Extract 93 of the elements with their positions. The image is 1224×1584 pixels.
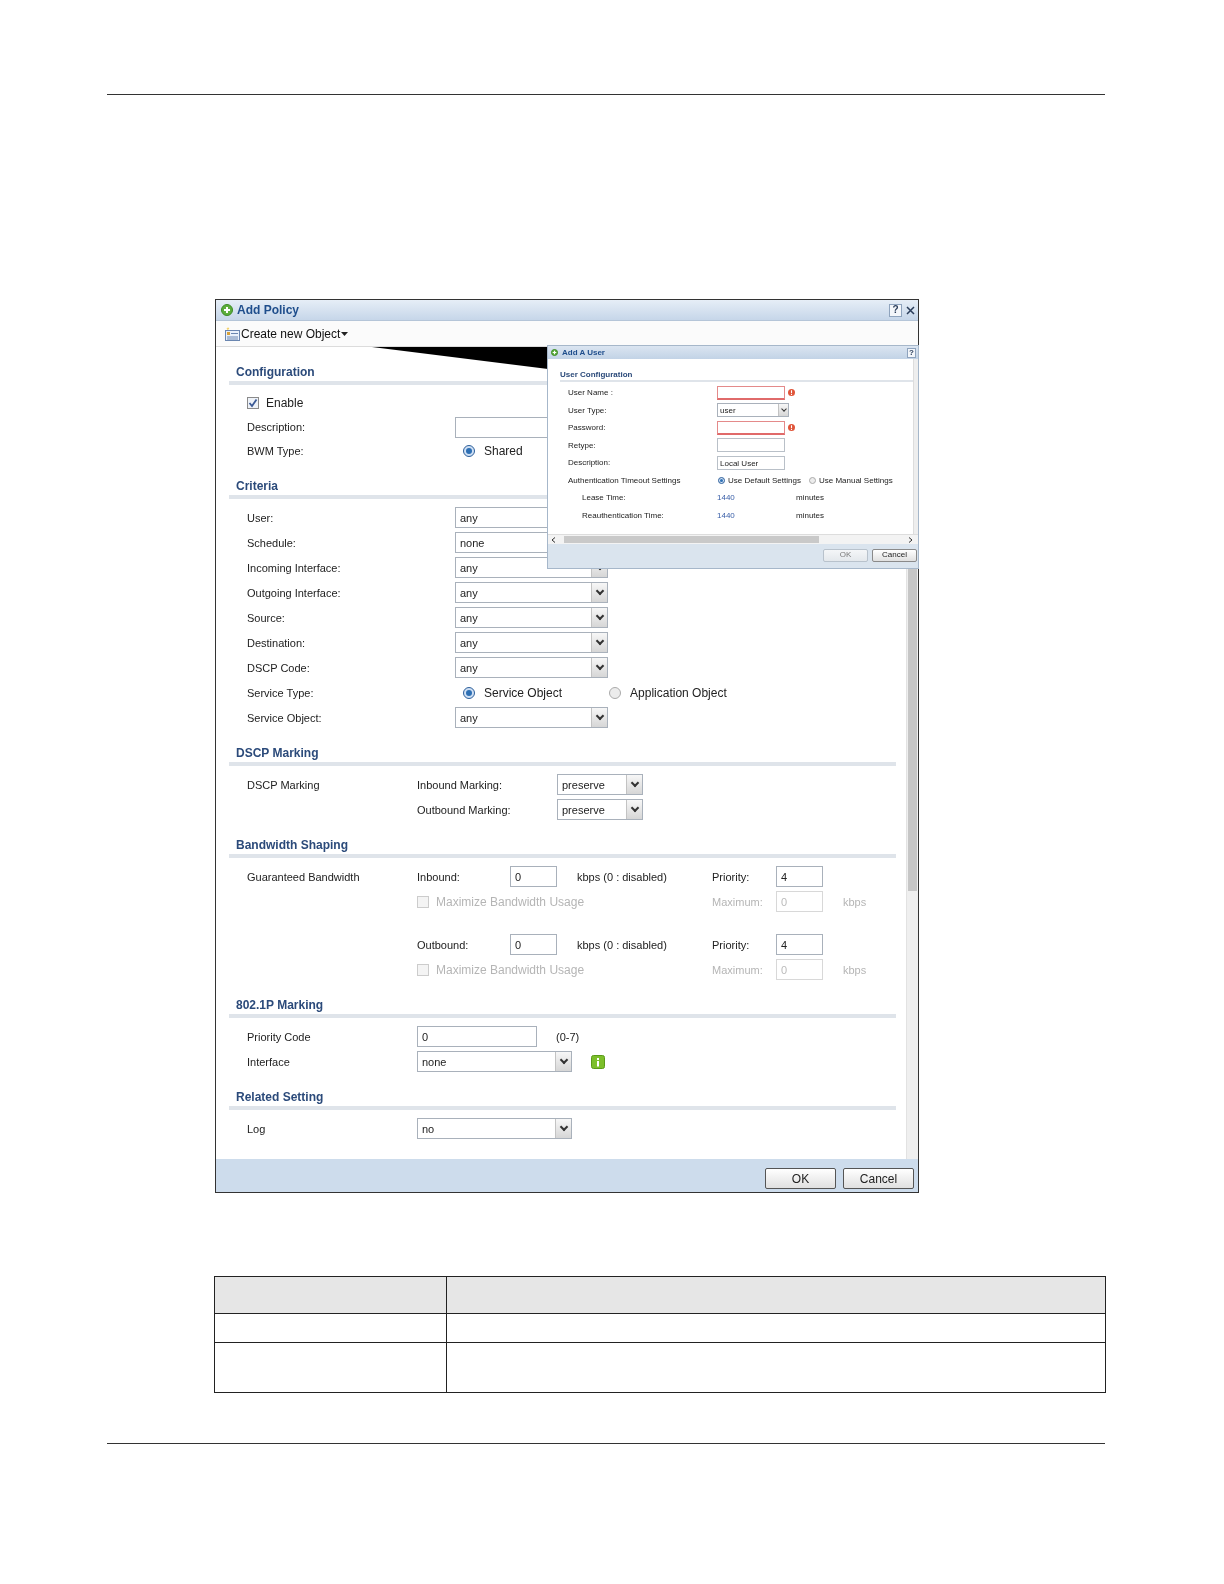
checkmark-icon xyxy=(248,398,258,408)
radio-button[interactable]: Use Default Settings xyxy=(718,475,801,485)
field-label: Schedule: xyxy=(247,536,296,549)
info-icon[interactable] xyxy=(591,1054,605,1069)
input-field[interactable] xyxy=(717,385,785,400)
hint-text: minutes xyxy=(796,493,824,503)
scrollbar[interactable] xyxy=(913,359,918,534)
field-label: Service Type: xyxy=(247,686,314,699)
dropdown[interactable]: user xyxy=(717,403,789,418)
plus-circle-icon xyxy=(551,349,558,356)
hint-text: kbps xyxy=(843,895,867,908)
section-heading: Criteria xyxy=(236,478,279,494)
dialog-button[interactable]: OK xyxy=(765,1168,836,1189)
field-label: Authentication Timeout Settings xyxy=(568,475,681,485)
field-label: Inbound: xyxy=(417,870,461,883)
field-label: Log xyxy=(247,1122,266,1135)
dropdown[interactable]: any xyxy=(455,607,608,628)
value-text: 1440 xyxy=(717,493,736,503)
section-heading: User Configuration xyxy=(560,370,634,379)
radio-button[interactable]: Service Object xyxy=(463,685,563,700)
field-label: User Name : xyxy=(568,388,613,398)
input-field[interactable]: Local User xyxy=(717,455,785,470)
dropdown[interactable]: any xyxy=(455,657,608,678)
field-label: Lease Time: xyxy=(582,493,626,503)
field-label: Priority: xyxy=(712,938,751,951)
dialog-title: Add A User xyxy=(562,348,605,357)
radio-button[interactable]: Shared xyxy=(463,444,523,458)
field-label: Maximum: xyxy=(712,963,764,976)
input-field[interactable]: 4 xyxy=(776,934,823,955)
field-label: Guaranteed Bandwidth xyxy=(247,870,360,883)
field-label: Outbound: xyxy=(417,938,470,951)
field-label: Outgoing Interface: xyxy=(247,586,341,599)
field-label: Description: xyxy=(247,421,306,433)
dialog-button[interactable]: Cancel xyxy=(872,548,917,562)
dropdown[interactable]: preserve xyxy=(557,774,643,795)
field-label: Interface xyxy=(247,1055,290,1068)
field-label: User Type: xyxy=(568,405,607,415)
field-label: Priority: xyxy=(712,870,751,883)
scrollbar[interactable] xyxy=(548,534,918,544)
hint-text: minutes xyxy=(796,510,824,520)
help-button[interactable]: ? xyxy=(889,303,902,317)
input-field[interactable]: 4 xyxy=(776,866,823,887)
field-label: User: xyxy=(247,511,274,524)
field-label: DSCP Code: xyxy=(247,661,310,674)
field-label: Maximum: xyxy=(712,895,764,908)
chevron-left-icon xyxy=(551,536,556,543)
radio-button[interactable]: Application Object xyxy=(609,685,727,700)
section-heading: Related Setting xyxy=(236,1089,324,1105)
section-heading: 802.1P Marking xyxy=(236,997,324,1013)
chevron-right-icon xyxy=(908,536,913,543)
input-field[interactable]: 0 xyxy=(510,866,557,887)
checkbox[interactable]: Enable xyxy=(247,396,304,410)
dropdown[interactable]: any xyxy=(455,707,608,728)
error-icon xyxy=(788,424,795,432)
input-field[interactable]: 0 xyxy=(510,934,557,955)
field-label: Source: xyxy=(247,611,285,624)
dialog-button[interactable]: Cancel xyxy=(843,1168,914,1189)
field-label: Service Object: xyxy=(247,711,322,724)
dropdown[interactable]: preserve xyxy=(557,799,643,820)
field-label: BWM Type: xyxy=(247,445,304,457)
caret-icon xyxy=(341,331,349,336)
hint-text: kbps (0 : disabled) xyxy=(577,870,668,883)
error-icon xyxy=(788,389,795,397)
hint-text: kbps (0 : disabled) xyxy=(577,938,668,951)
field-label: Destination: xyxy=(247,636,306,649)
input-field[interactable]: 0 xyxy=(417,1026,537,1047)
field-label: DSCP Marking xyxy=(247,778,320,791)
dropdown[interactable]: any xyxy=(455,582,608,603)
input-field[interactable] xyxy=(717,420,785,435)
field-label: Incoming Interface: xyxy=(247,561,341,574)
plus-circle-icon xyxy=(221,304,233,316)
dropdown[interactable]: no xyxy=(417,1118,572,1139)
field-label: Inbound Marking: xyxy=(417,778,503,791)
dialog-title: Add Policy xyxy=(237,303,299,317)
section-heading: Configuration xyxy=(236,364,315,380)
help-button[interactable]: ? xyxy=(907,347,916,358)
field-label: Retype: xyxy=(568,440,596,450)
field-label: Description: xyxy=(568,458,611,468)
dropdown[interactable]: any xyxy=(455,632,608,653)
hint-text: kbps xyxy=(843,963,867,976)
section-heading: Bandwidth Shaping xyxy=(236,837,348,853)
section-heading: DSCP Marking xyxy=(236,745,319,761)
close-button[interactable] xyxy=(905,303,916,317)
input-field[interactable] xyxy=(717,438,785,453)
create-object-button[interactable]: Create new Object xyxy=(225,326,349,341)
field-label: Outbound Marking: xyxy=(417,803,512,816)
field-label: Password: xyxy=(568,423,606,433)
value-text: 1440 xyxy=(717,510,736,520)
field-label: Priority Code xyxy=(247,1030,311,1043)
radio-button[interactable]: Use Manual Settings xyxy=(808,475,893,485)
hint-text: (0-7) xyxy=(556,1030,580,1043)
dropdown[interactable]: none xyxy=(417,1051,572,1072)
object-list-icon xyxy=(225,326,240,341)
